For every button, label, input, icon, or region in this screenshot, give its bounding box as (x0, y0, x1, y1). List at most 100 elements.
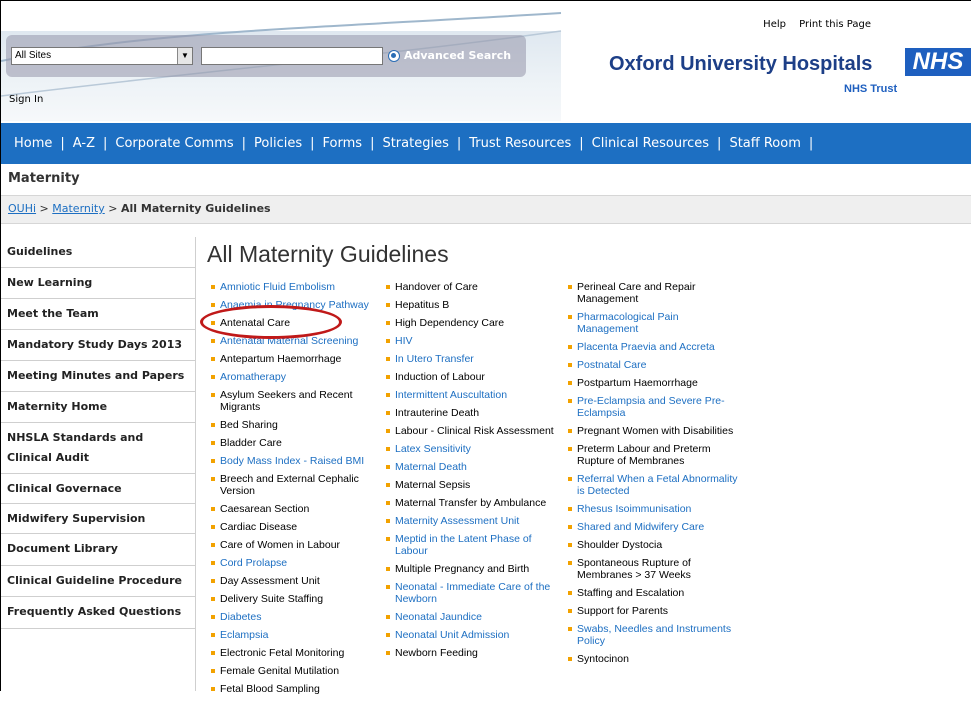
guideline-link[interactable]: Cardiac Disease (210, 521, 388, 533)
advanced-search-link[interactable]: Advanced Search (388, 49, 511, 62)
guideline-link[interactable]: Induction of Labour (385, 371, 563, 383)
guideline-link[interactable]: Support for Parents (567, 605, 742, 617)
guideline-link[interactable]: Antepartum Haemorrhage (210, 353, 388, 365)
guideline-link[interactable]: Staffing and Escalation (567, 587, 742, 599)
print-page-link[interactable]: Print this Page (799, 19, 871, 30)
guideline-link[interactable]: Body Mass Index - Raised BMI (210, 455, 388, 467)
guideline-link[interactable]: Electronic Fetal Monitoring (210, 647, 388, 659)
sidenav-item-nhsla-standards[interactable]: NHSLA Standards and Clinical Audit (1, 423, 195, 474)
nav-separator: | (241, 136, 247, 151)
guideline-link[interactable]: Shoulder Dystocia (567, 539, 742, 551)
guideline-link[interactable]: Female Genital Mutilation (210, 665, 388, 677)
guideline-link[interactable]: Newborn Feeding (385, 647, 563, 659)
guideline-link[interactable]: Postpartum Haemorrhage (567, 377, 742, 389)
guideline-link[interactable]: High Dependency Care (385, 317, 563, 329)
site-scope-select[interactable]: All Sites ▼ (11, 47, 193, 65)
utility-links: Help Print this Page (753, 19, 871, 30)
sidenav-item-faq[interactable]: Frequently Asked Questions (1, 597, 195, 629)
nav-corporate-comms[interactable]: Corporate Comms (115, 136, 233, 151)
guideline-link[interactable]: HIV (385, 335, 563, 347)
breadcrumb-maternity[interactable]: Maternity (52, 202, 105, 215)
search-icon[interactable] (388, 49, 400, 62)
org-subtitle: NHS Trust (844, 83, 898, 95)
guideline-link[interactable]: Diabetes (210, 611, 388, 623)
guideline-link[interactable]: Referral When a Fetal Abnormality is Det… (567, 473, 742, 497)
guideline-link[interactable]: Maternity Assessment Unit (385, 515, 563, 527)
sidenav-item-guidelines[interactable]: Guidelines (1, 237, 195, 268)
guideline-link[interactable]: Pregnant Women with Disabilities (567, 425, 742, 437)
guideline-link[interactable]: Maternal Sepsis (385, 479, 563, 491)
page-title: All Maternity Guidelines (207, 241, 449, 267)
guideline-link[interactable]: Placenta Praevia and Accreta (567, 341, 742, 353)
guideline-link[interactable]: Maternal Death (385, 461, 563, 473)
guideline-link[interactable]: Labour - Clinical Risk Assessment (385, 425, 563, 437)
sidenav-item-meet-the-team[interactable]: Meet the Team (1, 299, 195, 330)
nav-separator: | (456, 136, 462, 151)
search-input[interactable] (201, 47, 383, 65)
guideline-link[interactable]: Cord Prolapse (210, 557, 388, 569)
guideline-link[interactable]: Latex Sensitivity (385, 443, 563, 455)
guideline-link[interactable]: Delivery Suite Staffing (210, 593, 388, 605)
org-name: Oxford University Hospitals (609, 53, 873, 75)
guideline-link[interactable]: Hepatitus B (385, 299, 563, 311)
guideline-list-column-1: Amniotic Fluid Embolism Anaemia in Pregna… (210, 281, 388, 701)
sign-in-link[interactable]: Sign In (9, 94, 43, 105)
nav-strategies[interactable]: Strategies (382, 136, 448, 151)
guideline-link[interactable]: Intrauterine Death (385, 407, 563, 419)
guideline-link[interactable]: Perineal Care and Repair Management (567, 281, 742, 305)
sidenav-item-document-library[interactable]: Document Library (1, 534, 195, 566)
sidenav-item-clinical-guideline-procedure[interactable]: Clinical Guideline Procedure (1, 566, 195, 597)
guideline-link[interactable]: In Utero Transfer (385, 353, 563, 365)
guideline-link[interactable]: Spontaneous Rupture of Membranes > 37 We… (567, 557, 742, 581)
guideline-link[interactable]: Postnatal Care (567, 359, 742, 371)
breadcrumb-home[interactable]: OUHi (8, 202, 36, 215)
guideline-link[interactable]: Meptid in the Latent Phase of Labour (385, 533, 563, 557)
guideline-link[interactable]: Breech and External Cephalic Version (210, 473, 388, 497)
nav-clinical-resources[interactable]: Clinical Resources (592, 136, 709, 151)
guideline-link[interactable]: Bed Sharing (210, 419, 388, 431)
nav-forms[interactable]: Forms (323, 136, 363, 151)
guideline-link[interactable]: Neonatal Unit Admission (385, 629, 563, 641)
help-link[interactable]: Help (763, 19, 786, 30)
breadcrumb-current: All Maternity Guidelines (120, 202, 271, 215)
top-nav: Home | A-Z | Corporate Comms | Policies … (1, 123, 971, 164)
advanced-search-label: Advanced Search (404, 49, 512, 62)
guideline-link[interactable]: Shared and Midwifery Care (567, 521, 742, 533)
breadcrumb: OUHi > Maternity > All Maternity Guideli… (8, 202, 271, 215)
chevron-down-icon[interactable]: ▼ (177, 48, 192, 64)
sidenav-item-new-learning[interactable]: New Learning (1, 268, 195, 299)
nav-policies[interactable]: Policies (254, 136, 302, 151)
guideline-link[interactable]: Maternal Transfer by Ambulance (385, 497, 563, 509)
guideline-link[interactable]: Intermittent Auscultation (385, 389, 563, 401)
nav-a-z[interactable]: A-Z (73, 136, 95, 151)
guideline-link[interactable]: Amniotic Fluid Embolism (210, 281, 388, 293)
sidenav-item-midwifery-supervision[interactable]: Midwifery Supervision (1, 504, 195, 534)
guideline-link[interactable]: Rhesus Isoimmunisation (567, 503, 742, 515)
nav-staff-room[interactable]: Staff Room (729, 136, 800, 151)
guideline-link[interactable]: Care of Women in Labour (210, 539, 388, 551)
guideline-link[interactable]: Caesarean Section (210, 503, 388, 515)
guideline-link[interactable]: Aromatherapy (210, 371, 388, 383)
guideline-link[interactable]: Asylum Seekers and Recent Migrants (210, 389, 388, 413)
guideline-link[interactable]: Pre-Eclampsia and Severe Pre-Eclampsia (567, 395, 742, 419)
guideline-link[interactable]: Syntocinon (567, 653, 742, 665)
sidenav-item-mandatory-study-days[interactable]: Mandatory Study Days 2013 (1, 330, 195, 361)
guideline-link[interactable]: Pharmacological Pain Management (567, 311, 742, 335)
guideline-link[interactable]: Neonatal Jaundice (385, 611, 563, 623)
guideline-link[interactable]: Bladder Care (210, 437, 388, 449)
guideline-link[interactable]: Swabs, Needles and Instruments Policy (567, 623, 742, 647)
guideline-link[interactable]: Neonatal - Immediate Care of the Newborn (385, 581, 563, 605)
guideline-link[interactable]: Preterm Labour and Preterm Rupture of Me… (567, 443, 742, 467)
sidenav-item-clinical-governace[interactable]: Clinical Governace (1, 474, 195, 504)
nav-trust-resources[interactable]: Trust Resources (469, 136, 571, 151)
nav-separator: | (103, 136, 108, 151)
nav-separator: | (60, 136, 65, 151)
nav-home[interactable]: Home (14, 136, 52, 151)
guideline-link[interactable]: Fetal Blood Sampling (210, 683, 388, 695)
guideline-link[interactable]: Handover of Care (385, 281, 563, 293)
guideline-link[interactable]: Eclampsia (210, 629, 388, 641)
sidenav-item-meeting-minutes[interactable]: Meeting Minutes and Papers (1, 361, 195, 392)
guideline-link[interactable]: Day Assessment Unit (210, 575, 388, 587)
guideline-link[interactable]: Multiple Pregnancy and Birth (385, 563, 563, 575)
sidenav-item-maternity-home[interactable]: Maternity Home (1, 392, 195, 423)
